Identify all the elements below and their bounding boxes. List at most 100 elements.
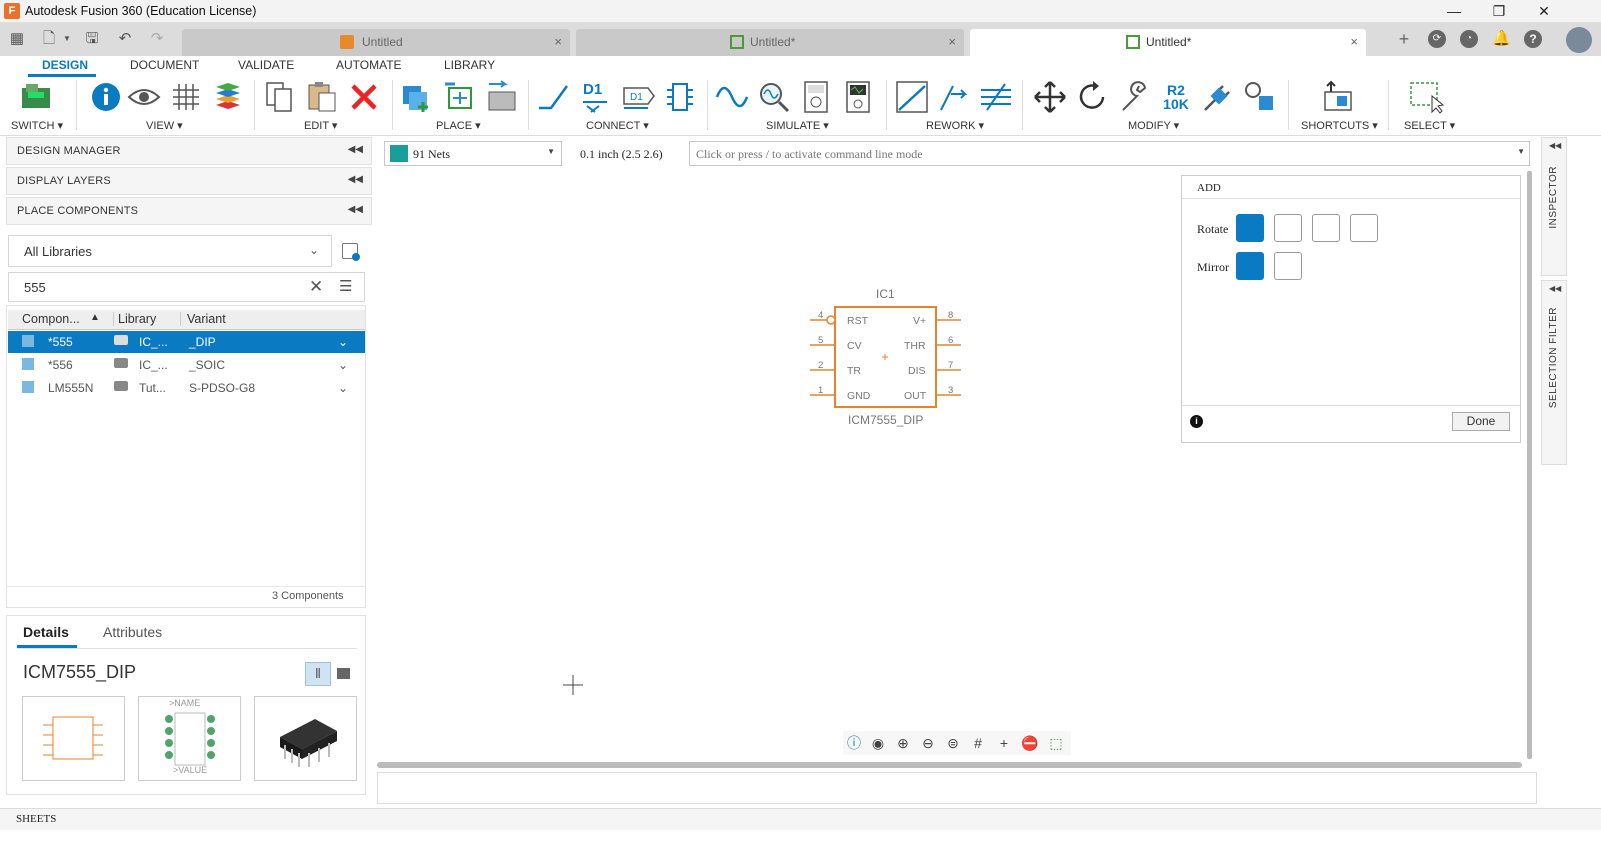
app-grid-icon[interactable]: ▦ — [8, 30, 26, 48]
collapse-icon[interactable]: ◀◀ — [1549, 141, 1561, 150]
zoom-out-icon[interactable]: ⊖ — [917, 731, 939, 755]
tab-document[interactable]: DOCUMENT — [130, 58, 199, 72]
file-menu-icon[interactable]: 🗋 — [40, 30, 58, 48]
layers-icon[interactable] — [210, 80, 246, 114]
file-dropdown-icon[interactable]: ▼ — [58, 30, 76, 48]
rotate-0-button[interactable] — [1236, 214, 1264, 242]
place-net-icon[interactable] — [442, 80, 478, 114]
undo-icon[interactable]: ↶ — [116, 30, 134, 48]
plug-icon[interactable] — [1200, 80, 1236, 114]
new-tab-icon[interactable]: + — [1395, 30, 1413, 48]
attribute-icon[interactable] — [1242, 80, 1278, 114]
tab-library[interactable]: LIBRARY — [444, 58, 495, 72]
tab-attributes[interactable]: Attributes — [103, 624, 162, 640]
oscilloscope-icon[interactable] — [840, 80, 876, 114]
shortcuts-menu[interactable]: SHORTCUTS ▾ — [1301, 119, 1378, 132]
minimize-button[interactable]: — — [1431, 0, 1477, 23]
mirror-off-button[interactable] — [1236, 252, 1264, 280]
schematic-preview-thumbnail[interactable] — [22, 696, 125, 781]
info-icon[interactable]: i — [1190, 415, 1203, 428]
command-line-input[interactable]: Click or press / to activate command lin… — [689, 141, 1530, 166]
horizontal-scrollbar[interactable] — [377, 762, 1522, 768]
column-header-library[interactable]: Library — [113, 312, 156, 326]
tab-automate[interactable]: AUTOMATE — [336, 58, 402, 72]
collapse-icon[interactable]: ◀◀ — [1549, 284, 1561, 293]
maximize-button[interactable]: ❐ — [1476, 0, 1522, 23]
table-row[interactable]: *555 IC_... _DIP ⌄ — [8, 331, 365, 353]
stop-icon[interactable]: ⛔ — [1019, 731, 1041, 755]
doc-tab-untitled-3[interactable]: Untitled* × — [970, 29, 1366, 56]
simulate-menu[interactable]: SIMULATE ▾ — [766, 119, 829, 132]
save-icon[interactable]: 🖫 — [83, 30, 101, 48]
zoom-in-icon[interactable]: ⊕ — [892, 731, 914, 755]
display-layers-header[interactable]: DISPLAY LAYERS ◀◀ — [6, 167, 372, 195]
selection-box-icon[interactable]: ⬚ — [1045, 731, 1067, 755]
tab-details[interactable]: Details — [23, 624, 69, 640]
doc-tab-untitled-1[interactable]: Untitled × — [182, 29, 570, 56]
3d-package-thumbnail[interactable] — [254, 696, 357, 781]
close-window-button[interactable]: ✕ — [1521, 0, 1567, 23]
net-select[interactable]: 91 Nets ▼ — [384, 141, 562, 166]
table-row[interactable]: *556 IC_... _SOIC ⌄ — [8, 354, 365, 376]
place-menu[interactable]: PLACE ▾ — [436, 119, 481, 132]
probe-magnifier-icon[interactable] — [756, 80, 792, 114]
component-search-input[interactable]: 555 ✕ ☰ — [8, 272, 365, 302]
filter-settings-icon[interactable]: ☰ — [339, 277, 352, 295]
vertical-scrollbar[interactable] — [1527, 171, 1532, 759]
rework-ripup-icon[interactable] — [894, 80, 930, 114]
edit-menu[interactable]: EDIT ▾ — [304, 119, 337, 132]
collapse-icon[interactable]: ◀◀ — [348, 204, 363, 215]
done-button[interactable]: Done — [1452, 412, 1510, 431]
user-avatar[interactable] — [1566, 27, 1592, 53]
redo-icon[interactable]: ↷ — [148, 30, 166, 48]
ic-symbol[interactable]: 4 5 2 1 8 6 7 3 RST CV TR GND V+ THR DIS… — [800, 300, 970, 415]
delete-icon[interactable] — [346, 80, 382, 114]
rework-menu[interactable]: REWORK ▾ — [926, 119, 984, 132]
close-tab-icon[interactable]: × — [948, 34, 956, 49]
info-icon[interactable] — [88, 80, 124, 114]
net-label-icon[interactable]: D1 — [578, 80, 614, 114]
zoom-fit-icon[interactable]: ⊜ — [942, 731, 964, 755]
add-part-icon[interactable] — [398, 80, 434, 114]
place-block-icon[interactable] — [484, 80, 520, 114]
grid-icon[interactable]: # — [967, 731, 989, 755]
crosshair-icon[interactable]: + — [993, 731, 1015, 755]
rotate-90-button[interactable] — [1274, 214, 1302, 242]
mirror-on-button[interactable] — [1274, 252, 1302, 280]
multimeter-icon[interactable] — [798, 80, 834, 114]
window-select-icon[interactable] — [1408, 80, 1444, 114]
rotate-icon[interactable] — [1074, 80, 1110, 114]
rotate-270-button[interactable] — [1350, 214, 1378, 242]
eye-icon[interactable] — [126, 80, 162, 114]
chevron-down-icon[interactable]: ⌄ — [338, 358, 348, 372]
sheets-bar[interactable]: SHEETS — [0, 808, 1601, 830]
close-tab-icon[interactable]: × — [1350, 34, 1358, 49]
list-view-icon[interactable]: ⦀ — [305, 662, 331, 686]
selection-filter-side-tab[interactable]: ◀◀ SELECTION FILTER — [1541, 280, 1567, 465]
collapse-icon[interactable]: ◀◀ — [348, 144, 363, 155]
switch-board-icon[interactable] — [18, 80, 54, 114]
close-tab-icon[interactable]: × — [554, 34, 562, 49]
wrench-icon[interactable] — [1116, 80, 1152, 114]
clear-search-icon[interactable]: ✕ — [309, 277, 323, 297]
chevron-down-icon[interactable]: ⌄ — [338, 335, 348, 349]
net-name-tag-icon[interactable]: D1 — [620, 80, 656, 114]
tile-view-icon[interactable] — [337, 668, 350, 679]
move-icon[interactable] — [1032, 80, 1068, 114]
select-menu[interactable]: SELECT ▾ — [1404, 119, 1455, 132]
library-manager-icon[interactable] — [342, 243, 360, 261]
collapse-icon[interactable]: ◀◀ — [348, 174, 363, 185]
footprint-preview-thumbnail[interactable]: >NAME >VALUE — [138, 696, 241, 781]
help-icon[interactable]: ? — [1524, 30, 1542, 48]
connect-menu[interactable]: CONNECT ▾ — [586, 119, 649, 132]
chevron-down-icon[interactable]: ⌄ — [338, 381, 348, 395]
copy-icon[interactable] — [262, 80, 298, 114]
rework-split-icon[interactable] — [978, 80, 1014, 114]
library-select[interactable]: All Libraries ⌄ — [8, 235, 332, 267]
simulate-sine-icon[interactable] — [714, 80, 750, 114]
rotate-180-button[interactable] — [1312, 214, 1340, 242]
net-wire-icon[interactable] — [536, 80, 572, 114]
doc-tab-untitled-2[interactable]: Untitled* × — [576, 29, 964, 56]
switch-menu[interactable]: SWITCH ▾ — [11, 119, 63, 132]
value-icon[interactable]: R2 10K — [1158, 80, 1194, 114]
